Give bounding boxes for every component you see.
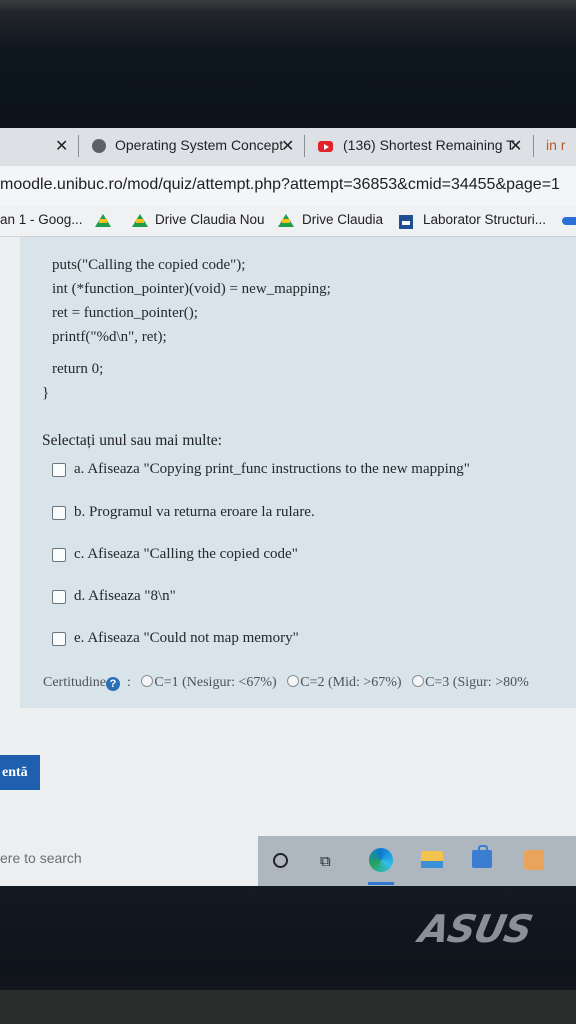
- next-page-button[interactable]: entă: [0, 755, 40, 790]
- windows-taskbar: ere to search ⧉: [0, 836, 576, 886]
- file-explorer-icon[interactable]: [421, 851, 443, 868]
- certainty-option-1[interactable]: C=1 (Nesigur: <67%): [141, 675, 277, 690]
- code-line: }: [42, 385, 50, 401]
- moodle-page: puts("Calling the copied code"); int (*f…: [0, 237, 576, 886]
- tab-strip: ✕ Operating System Concept ✕ (136) Short…: [0, 128, 576, 166]
- option-label[interactable]: c. Afiseaza "Calling the copied code": [74, 546, 298, 563]
- checkbox[interactable]: [52, 632, 66, 646]
- bookmark-laborator[interactable]: Laborator Structuri...: [423, 212, 546, 227]
- code-line: return 0;: [52, 361, 104, 377]
- google-drive-icon: [95, 214, 111, 227]
- tab-shortest-remaining[interactable]: (136) Shortest Remaining T: [343, 137, 515, 153]
- checkbox[interactable]: [52, 463, 66, 477]
- close-tab-icon[interactable]: ✕: [281, 136, 294, 156]
- bookmark-drive-claudia-nou[interactable]: Drive Claudia Nou: [155, 212, 265, 227]
- app-icon[interactable]: [524, 850, 544, 870]
- tab-separator: [78, 135, 79, 157]
- certainty-row: Certitudine? : C=1 (Nesigur: <67%) C=2 (…: [43, 675, 529, 691]
- certainty-option-3[interactable]: C=3 (Sigur: >80%: [412, 675, 529, 690]
- certainty-label: Certitudine: [43, 675, 106, 690]
- radio-button[interactable]: [287, 675, 300, 687]
- laptop-bezel-top: [0, 0, 576, 128]
- code-line: puts("Calling the copied code");: [52, 257, 246, 273]
- checkbox[interactable]: [52, 590, 66, 604]
- youtube-icon: [318, 141, 333, 152]
- active-app-indicator: [368, 882, 394, 885]
- bookmark-partial-icon: [562, 217, 576, 225]
- code-line: printf("%d\n", ret);: [52, 329, 167, 345]
- code-line: ret = function_pointer();: [52, 305, 198, 321]
- store-icon[interactable]: [472, 845, 492, 868]
- close-tab-icon[interactable]: ✕: [55, 136, 68, 156]
- task-view-icon[interactable]: ⧉: [320, 853, 331, 870]
- option-label[interactable]: b. Programul va returna eroare la rulare…: [74, 504, 315, 521]
- help-icon[interactable]: ?: [106, 677, 120, 691]
- radio-button[interactable]: [412, 675, 425, 687]
- bookmark-folder-icon: [399, 215, 413, 229]
- edge-browser-icon[interactable]: [369, 848, 393, 872]
- question-prompt: Selectați unul sau mai multe:: [42, 432, 222, 449]
- bookmark-an1[interactable]: an 1 - Goog...: [0, 212, 83, 227]
- option-label[interactable]: a. Afiseaza "Copying print_func instruct…: [74, 461, 470, 478]
- search-placeholder: ere to search: [0, 850, 82, 866]
- screen: ✕ Operating System Concept ✕ (136) Short…: [0, 128, 576, 886]
- google-drive-icon: [278, 214, 294, 227]
- asus-logo: ASUS: [415, 907, 536, 951]
- tab-separator: [533, 135, 534, 157]
- bookmark-drive-claudia[interactable]: Drive Claudia: [302, 212, 383, 227]
- desk-surface: [0, 990, 576, 1024]
- google-drive-icon: [132, 214, 148, 227]
- taskbar-search[interactable]: ere to search: [0, 836, 258, 886]
- checkbox[interactable]: [52, 506, 66, 520]
- address-bar[interactable]: moodle.unibuc.ro/mod/quiz/attempt.php?at…: [0, 166, 576, 206]
- close-tab-icon[interactable]: ✕: [509, 136, 522, 156]
- tab-operating-system-concepts[interactable]: Operating System Concept: [115, 137, 283, 153]
- tab-separator: [304, 135, 305, 157]
- checkbox[interactable]: [52, 548, 66, 562]
- radio-button[interactable]: [141, 675, 154, 687]
- bookmarks-bar: an 1 - Goog... Drive Claudia Nou Drive C…: [0, 206, 576, 237]
- tab-favicon: [92, 139, 106, 153]
- code-line: int (*function_pointer)(void) = new_mapp…: [52, 281, 331, 297]
- cortana-icon[interactable]: [273, 853, 288, 868]
- certainty-option-2[interactable]: C=2 (Mid: >67%): [287, 675, 402, 690]
- tab-partial[interactable]: in r: [546, 137, 565, 153]
- option-label[interactable]: d. Afiseaza "8\n": [74, 588, 176, 605]
- option-label[interactable]: e. Afiseaza "Could not map memory": [74, 630, 299, 647]
- url-text[interactable]: moodle.unibuc.ro/mod/quiz/attempt.php?at…: [0, 176, 560, 194]
